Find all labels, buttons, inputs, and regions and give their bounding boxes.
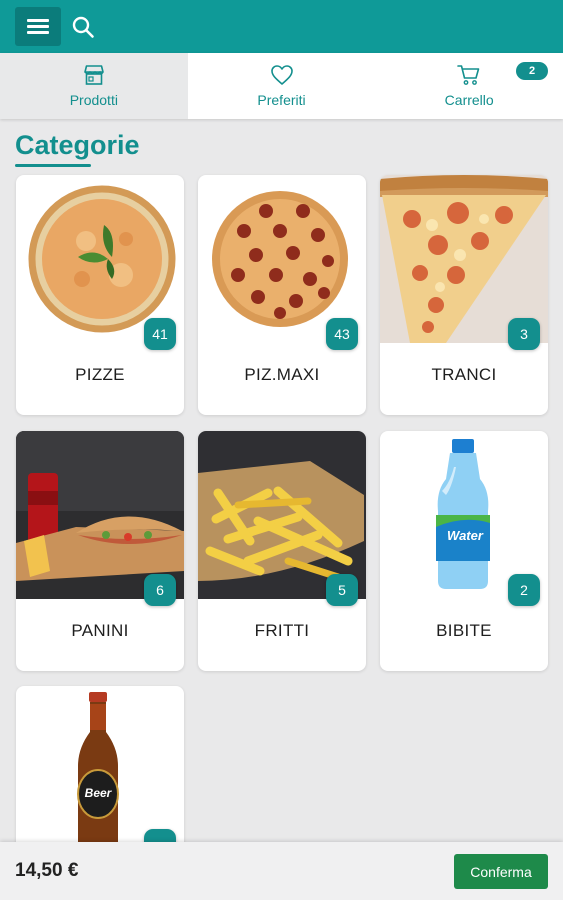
water-label: Water xyxy=(447,528,483,543)
item-count-badge: 43 xyxy=(326,318,358,350)
item-count-badge: 5 xyxy=(326,574,358,606)
tab-label: Preferiti xyxy=(257,92,306,108)
beer-label: Beer xyxy=(84,786,112,800)
category-card-fritti[interactable]: 5 FRITTI xyxy=(198,431,366,671)
search-button[interactable] xyxy=(68,12,98,42)
search-icon xyxy=(72,16,94,38)
tab-label: Carrello xyxy=(444,92,494,108)
category-card-bibite[interactable]: Water 2 BIBITE xyxy=(380,431,548,671)
category-card-tranci[interactable]: 3 TRANCI xyxy=(380,175,548,415)
item-count-badge: 3 xyxy=(508,318,540,350)
category-card-piz-maxi[interactable]: 43 PIZ.MAXI xyxy=(198,175,366,415)
store-icon xyxy=(84,65,104,85)
item-count-badge: 6 xyxy=(144,574,176,606)
tab-bar: Prodotti Preferiti Carrello xyxy=(0,53,563,119)
title-underline xyxy=(15,164,91,167)
category-card-panini[interactable]: 6 PANINI xyxy=(16,431,184,671)
category-name: BIBITE xyxy=(436,621,492,640)
tab-label: Prodotti xyxy=(69,92,118,108)
item-count-badge: 41 xyxy=(144,318,176,350)
hamburger-menu-icon xyxy=(27,16,49,37)
cart-count-badge: 2 xyxy=(516,62,548,80)
menu-button[interactable] xyxy=(15,7,61,46)
heart-icon xyxy=(270,65,293,85)
tab-prodotti[interactable]: Prodotti xyxy=(0,53,188,119)
confirm-button[interactable]: Conferma xyxy=(454,854,548,889)
top-bar xyxy=(0,0,563,53)
footer-bar: 14,50 € Conferma xyxy=(0,842,563,900)
category-card-pizze[interactable]: 41 PIZZE xyxy=(16,175,184,415)
category-name: TRANCI xyxy=(431,365,497,384)
category-name: PIZ.MAXI xyxy=(244,365,320,384)
tab-preferiti[interactable]: Preferiti xyxy=(188,53,376,119)
category-name: PANINI xyxy=(71,621,129,640)
cart-total: 14,50 € xyxy=(15,860,79,881)
category-name: FRITTI xyxy=(254,621,310,640)
page-title: Categorie xyxy=(15,130,140,160)
cart-icon xyxy=(457,65,480,85)
category-name: PIZZE xyxy=(75,365,125,384)
item-count-badge: 2 xyxy=(508,574,540,606)
